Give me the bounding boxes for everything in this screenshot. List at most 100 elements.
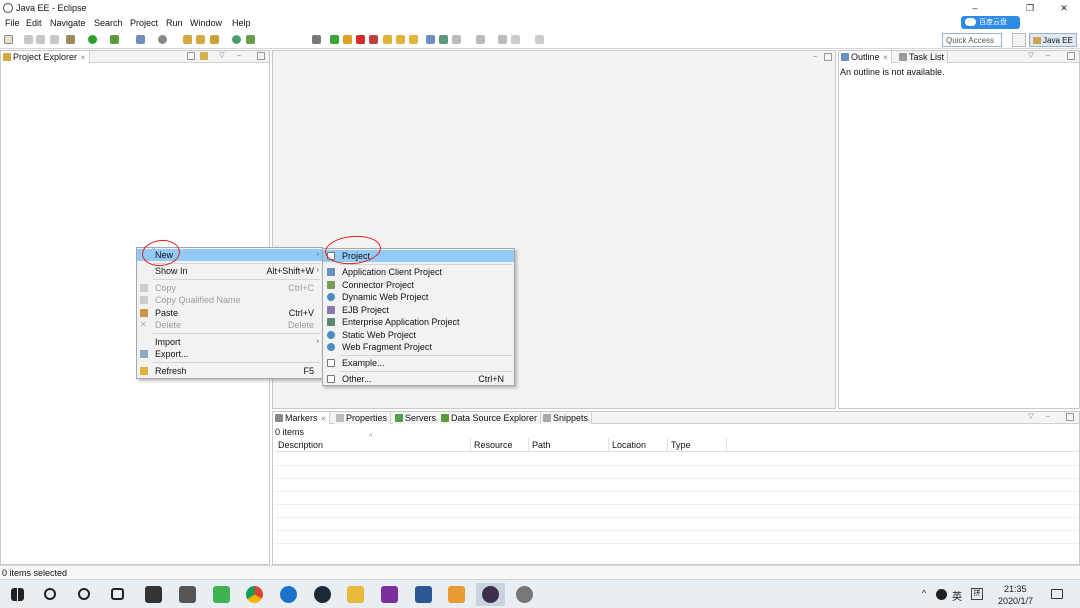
edge-icon[interactable] [280, 586, 297, 603]
print-icon[interactable] [50, 35, 59, 44]
suspend-icon[interactable] [343, 35, 352, 44]
submenu-item-dynamic-web[interactable]: Dynamic Web Project [323, 291, 514, 303]
submenu-item-web-fragment[interactable]: Web Fragment Project [323, 341, 514, 353]
submenu-item-enterprise-app[interactable]: Enterprise Application Project [323, 316, 514, 328]
windows-start-icon[interactable] [11, 588, 24, 601]
refresh-toolbar-icon[interactable] [246, 35, 255, 44]
new-icon[interactable] [4, 35, 13, 44]
server-icon[interactable] [66, 35, 75, 44]
java-ee-perspective-button[interactable]: Java EE [1029, 33, 1077, 47]
ime-mode-indicator[interactable]: 拼 [971, 588, 983, 600]
debug-icon[interactable] [110, 35, 119, 44]
maximize-view-icon[interactable] [257, 52, 265, 60]
steam-icon[interactable] [314, 586, 331, 603]
next-annotation-icon[interactable] [452, 35, 461, 44]
col-description[interactable]: Description [275, 438, 471, 452]
minimize-view-icon[interactable]: – [1044, 413, 1052, 421]
menu-item-show-in[interactable]: Show In Alt+Shift+W › [137, 265, 322, 277]
minimize-editor-icon[interactable]: – [811, 53, 819, 61]
mail-icon[interactable] [179, 586, 196, 603]
eclipse-taskbar-icon[interactable] [482, 586, 499, 603]
ime-indicator[interactable]: 英 [952, 588, 962, 603]
menu-run[interactable]: Run [166, 18, 183, 28]
tab-properties[interactable]: Properties [334, 412, 392, 424]
menu-file[interactable]: File [5, 18, 20, 28]
menu-item-refresh[interactable]: Refresh F5 [137, 365, 322, 377]
clock-time[interactable]: 21:35 [1004, 584, 1027, 594]
menu-item-import[interactable]: Import › [137, 336, 322, 348]
toggle-mark-icon[interactable] [426, 35, 435, 44]
menu-project[interactable]: Project [130, 18, 158, 28]
clock-date[interactable]: 2020/1/7 [998, 596, 1033, 606]
submenu-item-other[interactable]: Other... Ctrl+N [323, 373, 514, 385]
menu-item-export[interactable]: Export... [137, 348, 322, 360]
menu-help[interactable]: Help [232, 18, 251, 28]
menu-edit[interactable]: Edit [26, 18, 42, 28]
view-menu-icon[interactable]: ▽ [1027, 413, 1035, 421]
tray-expand-icon[interactable]: ^ [922, 588, 926, 598]
onenote-icon[interactable] [381, 586, 398, 603]
menu-item-copy-qualified-name[interactable]: Copy Qualified Name [137, 294, 322, 306]
open-perspective-button[interactable] [1012, 33, 1026, 47]
menu-window[interactable]: Window [190, 18, 222, 28]
tab-markers[interactable]: Markers ✕ [273, 412, 331, 424]
tab-project-explorer[interactable]: Project Explorer ✕ [1, 51, 90, 63]
quick-access-field[interactable]: Quick Access [942, 33, 1002, 47]
tab-task-list[interactable]: Task List [897, 51, 949, 63]
file-explorer-icon[interactable] [347, 586, 364, 603]
close-tab-icon[interactable]: ✕ [80, 55, 86, 62]
store-icon[interactable] [145, 586, 162, 603]
close-tab-icon[interactable]: ✕ [321, 416, 327, 423]
globe-icon[interactable] [232, 35, 241, 44]
search-icon[interactable] [44, 588, 56, 600]
forward-icon[interactable] [535, 35, 544, 44]
step-into-icon[interactable] [383, 35, 392, 44]
menu-item-delete[interactable]: ✕ Delete Delete [137, 319, 322, 331]
disconnect-icon[interactable] [369, 35, 378, 44]
baidu-cloud-badge[interactable]: 百度云盘 [961, 16, 1020, 29]
menu-navigate[interactable]: Navigate [50, 18, 86, 28]
save-icon[interactable] [24, 35, 33, 44]
resume-icon[interactable] [330, 35, 339, 44]
new-project-icon[interactable] [136, 35, 145, 44]
col-location[interactable]: Location [609, 438, 668, 452]
task-view-icon[interactable] [111, 588, 124, 600]
col-type[interactable]: Type [668, 438, 727, 452]
search-toolbar-icon[interactable] [210, 35, 219, 44]
collapse-all-icon[interactable] [187, 52, 195, 60]
app-taskbar-icon[interactable] [516, 586, 533, 603]
submenu-item-app-client[interactable]: Application Client Project [323, 266, 514, 278]
terminate-icon[interactable] [356, 35, 365, 44]
run-icon[interactable] [88, 35, 97, 44]
col-resource[interactable]: Resource [471, 438, 529, 452]
open-type-icon[interactable] [183, 35, 192, 44]
maximize-button[interactable]: ❐ [1023, 2, 1037, 14]
close-tab-icon[interactable]: ✕ [883, 55, 889, 62]
skip-breakpoints-icon[interactable] [312, 35, 321, 44]
word-icon[interactable] [415, 586, 432, 603]
chrome-icon[interactable] [246, 586, 263, 603]
maximize-editor-icon[interactable] [824, 53, 832, 61]
menu-item-paste[interactable]: Paste Ctrl+V [137, 307, 322, 319]
tab-snippets[interactable]: Snippets [541, 412, 593, 424]
wechat-icon[interactable] [213, 586, 230, 603]
tab-servers[interactable]: Servers [393, 412, 441, 424]
maximize-view-icon[interactable] [1067, 52, 1075, 60]
back-icon[interactable] [511, 35, 520, 44]
tab-data-source-explorer[interactable]: Data Source Explorer [439, 412, 542, 424]
maximize-view-icon[interactable] [1066, 413, 1074, 421]
minimize-view-icon[interactable]: – [1044, 52, 1052, 60]
submenu-item-example[interactable]: Example... [323, 357, 514, 369]
view-menu-icon[interactable]: ▽ [218, 52, 226, 60]
prev-annotation-icon[interactable] [476, 35, 485, 44]
menu-item-copy[interactable]: Copy Ctrl+C [137, 282, 322, 294]
last-edit-icon[interactable] [498, 35, 507, 44]
open-folder-icon[interactable] [196, 35, 205, 44]
submenu-item-connector[interactable]: Connector Project [323, 279, 514, 291]
link-editor-icon[interactable] [200, 52, 208, 60]
col-path[interactable]: Path [529, 438, 609, 452]
minimize-view-icon[interactable]: – [235, 52, 243, 60]
external-tools-icon[interactable] [158, 35, 167, 44]
view-menu-icon[interactable]: ▽ [1027, 52, 1035, 60]
media-player-icon[interactable] [448, 586, 465, 603]
